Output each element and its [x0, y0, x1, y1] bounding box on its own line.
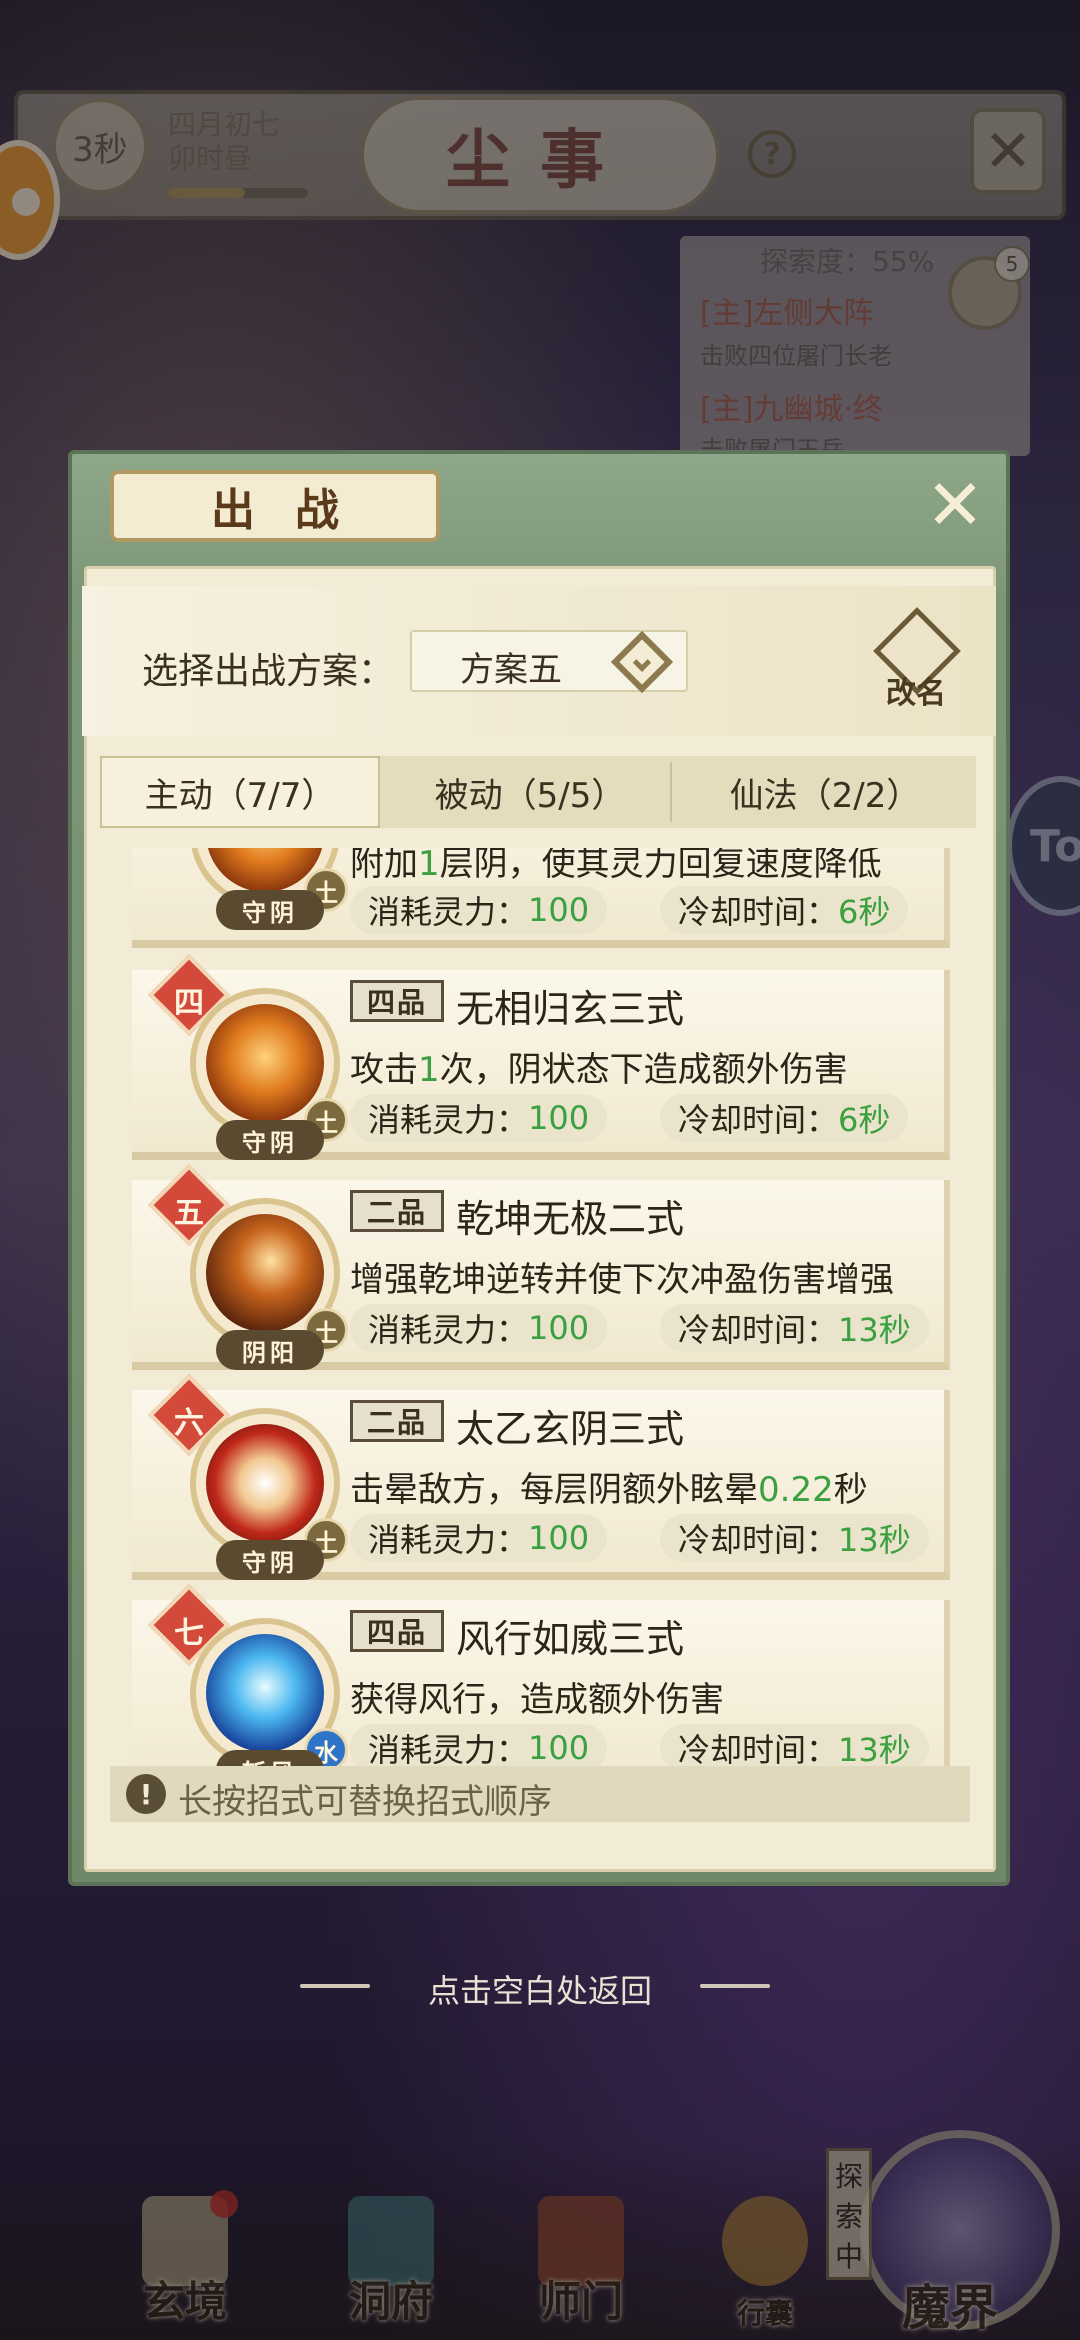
stance-label: 守阴 [216, 1120, 324, 1160]
cooldown: 冷却时间： 6秒 [660, 1094, 909, 1142]
grade-tag: 四品 [350, 980, 444, 1022]
scheme-label: 选择出战方案： [142, 651, 395, 692]
mana-cost: 消耗灵力： 100 [350, 1094, 608, 1142]
skill-description: 击晕敌方，每层阴额外眩晕0.22秒 [350, 1470, 868, 1510]
mana-cost: 消耗灵力： 100 [350, 1304, 608, 1352]
skill-icon: 土 守阴 [190, 848, 348, 930]
stance-label: 守阴 [216, 890, 324, 930]
mana-cost: 消耗灵力： 100 [350, 886, 608, 934]
wind-skill-icon [206, 1634, 324, 1752]
grade-tag: 二品 [350, 1190, 444, 1232]
tab-active-skills[interactable]: 主动（7/7） [100, 756, 380, 828]
cooldown: 冷却时间： 13秒 [660, 1724, 929, 1766]
modal-title: 出战 [110, 470, 440, 542]
tap-to-return-hint[interactable]: 点击空白处返回 [340, 1966, 740, 2012]
skill-icon: 水 斩风 [190, 1618, 348, 1766]
skill-card[interactable]: 七 水 斩风 四品 风行如威三式 获得风行，造成额外伤害 消耗灵力：100 冷却… [132, 1583, 950, 1766]
cooldown: 冷却时间： 6秒 [660, 886, 909, 934]
skill-tabs: 主动（7/7） 被动（5/5） 仙法（2/2） [100, 756, 976, 828]
skill-description: 增强乾坤逆转并使下次冲盈伤害增强 [350, 1260, 894, 1300]
slot-number: 五 [174, 1196, 204, 1231]
skill-name: 风行如威三式 [456, 1617, 685, 1661]
skill-name: 无相归玄三式 [456, 987, 685, 1031]
skill-card[interactable]: 四 土 守阴 四品 无相归玄三式 攻击1次，阴状态下造成额外伤害 消耗灵力： 10… [132, 953, 950, 1160]
mana-cost: 消耗灵力： 100 [350, 1514, 608, 1562]
stance-label: 守阴 [216, 1540, 324, 1580]
skill-name: 太乙玄阴三式 [456, 1407, 685, 1451]
cooldown: 冷却时间： 13秒 [660, 1514, 929, 1562]
slot-number: 四 [174, 986, 204, 1021]
cooldown: 冷却时间： 13秒 [660, 1304, 929, 1352]
rename-button[interactable]: 改名 [870, 607, 962, 711]
tab-immortal-arts[interactable]: 仙法（2/2） [680, 756, 970, 828]
stance-label: 阴阳 [216, 1330, 324, 1370]
reorder-tip: ! 长按招式可替换招式顺序 [110, 1766, 970, 1822]
skill-description: 攻击1次，阴状态下造成额外伤害 [350, 1050, 848, 1090]
skill-card[interactable]: 五 土 阴阳 二品 乾坤无极二式 增强乾坤逆转并使下次冲盈伤害增强 消耗灵力： 1… [132, 1163, 950, 1370]
fan-skill-icon [206, 1424, 324, 1542]
slot-number: 六 [174, 1406, 204, 1441]
close-icon[interactable]: ✕ [920, 470, 990, 540]
skill-card[interactable]: 土 守阴 附加1层阴，使其灵力回复速度降低 消耗灵力： 100 冷却时间： 6秒 [132, 848, 950, 948]
decorative-curl [700, 1984, 770, 1988]
mana-cost: 消耗灵力： 100 [350, 1724, 608, 1766]
skill-description: 附加1层阴，使其灵力回复速度降低 [350, 848, 882, 884]
rename-label: 改名 [886, 676, 946, 711]
skill-icon: 土 阴阳 [190, 1198, 348, 1370]
skill-name: 乾坤无极二式 [456, 1197, 685, 1241]
info-icon: ! [126, 1774, 166, 1814]
tip-text: 长按招式可替换招式顺序 [178, 1782, 552, 1822]
grade-tag: 二品 [350, 1400, 444, 1442]
skill-card[interactable]: 六 土 守阴 二品 太乙玄阴三式 击晕敌方，每层阴额外眩晕0.22秒 消耗灵力：… [132, 1373, 950, 1580]
skill-list[interactable]: 土 守阴 附加1层阴，使其灵力回复速度降低 消耗灵力： 100 冷却时间： 6秒 四… [100, 848, 976, 1766]
grade-tag: 四品 [350, 1610, 444, 1652]
tab-passive-skills[interactable]: 被动（5/5） [390, 756, 670, 828]
shadow-skill-icon [206, 1214, 324, 1332]
slot-number: 七 [174, 1616, 204, 1651]
skill-description: 获得风行，造成额外伤害 [350, 1680, 724, 1720]
scheme-selected-value: 方案五 [460, 650, 562, 690]
fire-skill-icon [206, 1004, 324, 1122]
stance-label: 斩风 [216, 1750, 324, 1766]
skill-icon: 土 守阴 [190, 1408, 348, 1580]
skill-icon: 土 守阴 [190, 988, 348, 1160]
tab-divider [670, 762, 672, 822]
